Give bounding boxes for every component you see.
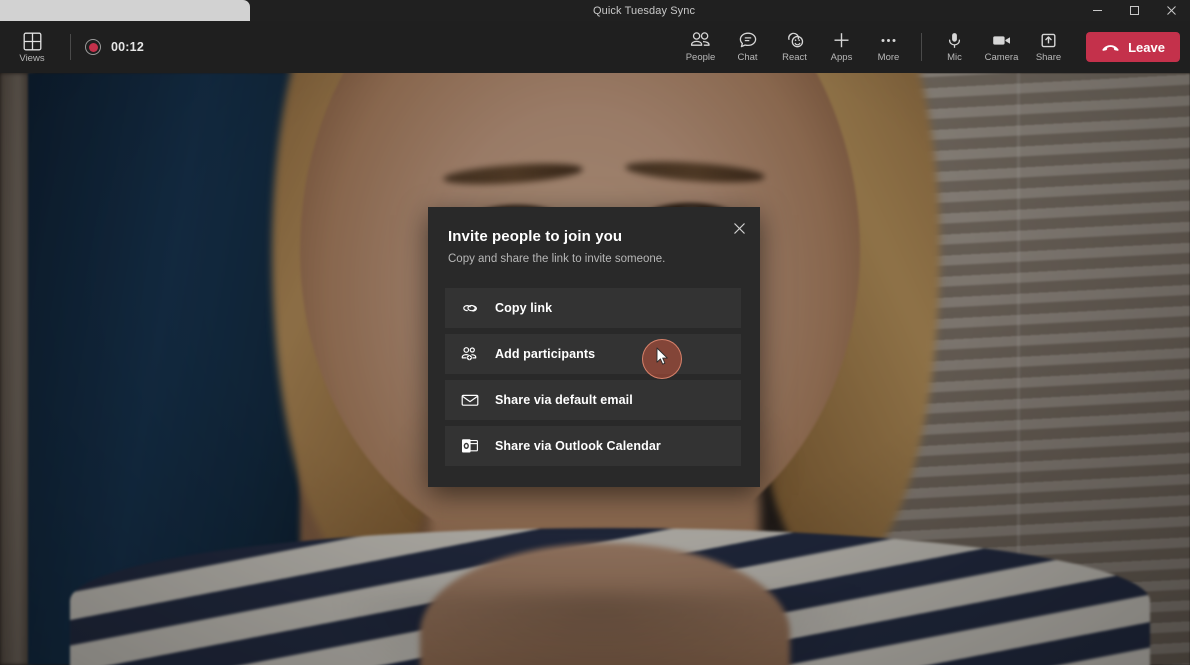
people-label: People (685, 52, 716, 63)
react-label: React (782, 52, 807, 63)
people-icon (690, 31, 711, 50)
invite-options-list: Copy link Add participants Share via def… (445, 288, 741, 466)
plus-icon (831, 31, 852, 50)
minimize-button[interactable] (1079, 0, 1116, 21)
envelope-icon (461, 391, 479, 409)
share-outlook-calendar-option[interactable]: Share via Outlook Calendar (445, 426, 741, 466)
window-title: Quick Tuesday Sync (593, 4, 696, 17)
add-person-icon (461, 345, 479, 363)
meeting-toolbar: Views 00:12 People Chat React Apps More … (0, 21, 1190, 73)
share-default-email-option[interactable]: Share via default email (445, 380, 741, 420)
more-button[interactable]: More (865, 25, 912, 69)
add-participants-label: Add participants (495, 347, 596, 361)
react-button[interactable]: React (771, 25, 818, 69)
link-icon (461, 299, 479, 317)
window-title-bar: Quick Tuesday Sync (0, 0, 1190, 21)
mic-label: Mic (947, 52, 962, 63)
share-screen-icon (1039, 31, 1058, 50)
hangup-icon (1101, 41, 1120, 54)
share-label: Share (1035, 52, 1062, 63)
teams-meeting-window: Quick Tuesday Sync Views 00:12 People Ch… (0, 0, 1190, 665)
leave-button[interactable]: Leave (1086, 32, 1180, 62)
apps-button[interactable]: Apps (818, 25, 865, 69)
leave-label: Leave (1128, 39, 1165, 55)
toolbar-right-group: People Chat React Apps More Mic Camera S… (677, 25, 1190, 69)
views-button[interactable]: Views (8, 30, 56, 64)
dialog-title: Invite people to join you (448, 228, 623, 245)
record-dot-icon (85, 39, 101, 55)
share-outlook-calendar-label: Share via Outlook Calendar (495, 439, 661, 453)
copy-link-label: Copy link (495, 301, 553, 315)
mic-button[interactable]: Mic (931, 25, 978, 69)
browser-tab[interactable] (0, 0, 250, 21)
person-collar-shadow (330, 593, 870, 665)
maximize-button[interactable] (1116, 0, 1153, 21)
microphone-icon (945, 31, 964, 50)
outlook-icon (461, 437, 479, 455)
react-emoji-icon (784, 31, 806, 50)
title-center: Quick Tuesday Sync (250, 0, 1079, 21)
toolbar-left-group: Views 00:12 (0, 30, 144, 64)
people-button[interactable]: People (677, 25, 724, 69)
toolbar-divider (70, 34, 71, 60)
window-controls (1079, 0, 1190, 21)
chat-label: Chat (737, 52, 758, 63)
views-label: Views (19, 53, 45, 64)
share-button[interactable]: Share (1025, 25, 1072, 69)
share-default-email-label: Share via default email (495, 393, 633, 407)
toolbar-separator (921, 33, 922, 61)
dialog-close-button[interactable] (724, 213, 754, 243)
grid-icon (23, 32, 42, 51)
chat-bubble-icon (738, 31, 758, 50)
copy-link-option[interactable]: Copy link (445, 288, 741, 328)
dialog-subtitle: Copy and share the link to invite someon… (448, 253, 666, 265)
add-participants-option[interactable]: Add participants (445, 334, 741, 374)
camera-icon (991, 31, 1013, 50)
recording-indicator: 00:12 (85, 39, 144, 55)
invite-dialog: Invite people to join you Copy and share… (428, 207, 760, 487)
more-label: More (877, 52, 900, 63)
camera-button[interactable]: Camera (978, 25, 1025, 69)
ellipsis-icon (878, 31, 899, 50)
recording-timer: 00:12 (111, 40, 144, 54)
apps-label: Apps (830, 52, 853, 63)
camera-label: Camera (984, 52, 1019, 63)
close-button[interactable] (1153, 0, 1190, 21)
chat-button[interactable]: Chat (724, 25, 771, 69)
